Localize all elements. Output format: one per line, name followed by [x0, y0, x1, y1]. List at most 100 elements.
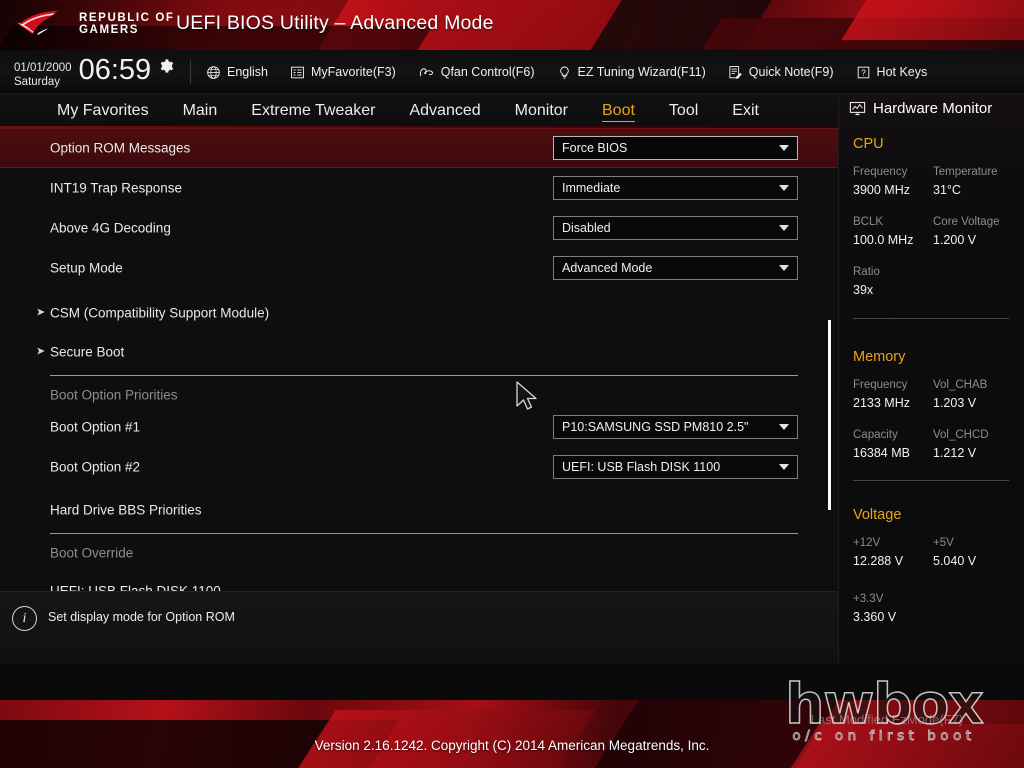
system-clock[interactable]: 01/01/2000 Saturday 06:59	[14, 54, 174, 89]
hwmon-key: Capacity	[853, 429, 898, 441]
tab-my-favorites[interactable]: My Favorites	[40, 94, 166, 127]
toolbar-item-label: EZ Tuning Wizard(F11)	[577, 65, 706, 79]
hardware-monitor-title: Hardware Monitor	[849, 100, 992, 117]
hwmon-divider	[853, 318, 1009, 319]
toolbar-item-label: Hot Keys	[876, 65, 928, 79]
tab-monitor[interactable]: Monitor	[498, 94, 585, 127]
footer-facet	[561, 700, 839, 768]
hwmon-voltage-row-2: +3.3V 3.360 V	[853, 591, 1013, 626]
toolbar-item-label: MyFavorite(F3)	[311, 65, 396, 79]
hwmon-memory-row-2: Capacity 16384 MB Vol_CHCD 1.212 V	[853, 427, 1013, 462]
setting-label: Boot Option #2	[50, 459, 141, 475]
monitor-icon	[849, 101, 866, 116]
dropdown-value: Disabled	[562, 221, 611, 235]
header-facet	[678, 18, 1024, 50]
version-text: Version 2.16.1242. Copyright (C) 2014 Am…	[314, 738, 710, 753]
rog-logo: REPUBLIC OF GAMERS	[16, 8, 175, 40]
note-pencil-icon	[729, 65, 742, 79]
hwmon-value: 1.212 V	[933, 446, 977, 460]
question-box-icon: ?	[857, 66, 869, 78]
toolbar-item-hot-keys[interactable]: ? Hot Keys	[856, 65, 928, 80]
chevron-down-icon	[779, 424, 789, 430]
chevron-down-icon	[779, 464, 789, 470]
toolbar-item-label: Qfan Control(F6)	[440, 65, 535, 79]
hwmon-value: 12.288 V	[853, 554, 904, 568]
tab-advanced[interactable]: Advanced	[392, 94, 497, 127]
setting-row-int19-trap-response[interactable]: INT19 Trap Response Immediate	[0, 168, 838, 208]
tab-boot[interactable]: Boot	[585, 94, 652, 127]
footer-band	[0, 700, 1024, 768]
toolbar-item-quick-note[interactable]: Quick Note(F9)	[728, 65, 834, 80]
chevron-down-icon	[779, 185, 789, 191]
setting-row-setup-mode[interactable]: Setup Mode Advanced Mode	[0, 248, 838, 288]
bios-screen: REPUBLIC OF GAMERS UEFI BIOS Utility – A…	[0, 0, 1024, 768]
toolbar-item-label: English	[227, 65, 268, 79]
header-bar: REPUBLIC OF GAMERS UEFI BIOS Utility – A…	[0, 0, 1024, 50]
setting-row-csm[interactable]: ➤ CSM (Compatibility Support Module)	[0, 293, 838, 333]
dropdown-value: Force BIOS	[562, 141, 628, 155]
tab-extreme-tweaker[interactable]: Extreme Tweaker	[234, 94, 392, 127]
fan-icon	[419, 67, 433, 76]
setting-row-above-4g-decoding[interactable]: Above 4G Decoding Disabled	[0, 208, 838, 248]
hwmon-key: +12V	[853, 537, 881, 549]
hwmon-value: 1.203 V	[933, 396, 977, 410]
dropdown-setup-mode[interactable]: Advanced Mode	[553, 256, 798, 280]
svg-text:?: ?	[861, 68, 866, 77]
setting-row-secure-boot[interactable]: ➤ Secure Boot	[0, 332, 838, 372]
setting-label: UEFI: USB Flash DISK 1100	[50, 583, 221, 592]
hwmon-value: 100.0 MHz	[853, 233, 914, 247]
dropdown-boot-option-2[interactable]: UEFI: USB Flash DISK 1100	[553, 455, 798, 479]
hwmon-section-cpu: CPU	[853, 136, 884, 152]
toolbar-item-label: Quick Note(F9)	[748, 65, 834, 79]
hardware-monitor-label: Hardware Monitor	[873, 100, 993, 117]
hwmon-key: Vol_CHAB	[933, 379, 988, 391]
setting-row-boot-option-1[interactable]: Boot Option #1 P10:SAMSUNG SSD PM810 2.5…	[0, 407, 838, 447]
toolbar: 01/01/2000 Saturday 06:59 English MyFavo…	[0, 50, 1024, 94]
help-bar: i Set display mode for Option ROM	[0, 591, 838, 664]
toolbar-item-myfavorite[interactable]: MyFavorite(F3)	[290, 65, 396, 80]
tab-tool[interactable]: Tool	[652, 94, 715, 127]
setting-label: Secure Boot	[50, 344, 125, 360]
hardware-monitor-panel: Hardware Monitor CPU Frequency 3900 MHz …	[838, 94, 1024, 664]
brand-line-1: REPUBLIC OF	[79, 11, 175, 24]
setting-label: Boot Option #1	[50, 419, 141, 435]
gear-icon[interactable]	[158, 58, 174, 74]
toolbar-item-english[interactable]: English	[206, 65, 268, 80]
dropdown-value: P10:SAMSUNG SSD PM810 2.5"	[562, 420, 749, 434]
dropdown-above-4g-decoding[interactable]: Disabled	[553, 216, 798, 240]
scrollbar-thumb[interactable]	[828, 320, 831, 510]
toolbar-item-ez-tuning-wizard[interactable]: EZ Tuning Wizard(F11)	[557, 65, 706, 80]
page-title: UEFI BIOS Utility – Advanced Mode	[176, 12, 494, 34]
chevron-down-icon	[779, 145, 789, 151]
dropdown-int19-trap-response[interactable]: Immediate	[553, 176, 798, 200]
header-facet	[841, 0, 1024, 40]
hwmon-memory-row-1: Frequency 2133 MHz Vol_CHAB 1.203 V	[853, 377, 1013, 412]
clock-time: 06:59	[78, 54, 152, 86]
toolbar-items: English MyFavorite(F3) Qfan Control(F6) …	[206, 50, 927, 94]
setting-row-boot-override-usb[interactable]: UEFI: USB Flash DISK 1100	[0, 571, 838, 592]
toolbar-item-qfan-control[interactable]: Qfan Control(F6)	[418, 65, 535, 80]
header-facet	[571, 0, 779, 50]
chevron-right-icon: ➤	[36, 345, 46, 358]
setting-row-hard-drive-bbs-priorities[interactable]: Hard Drive BBS Priorities	[0, 490, 838, 530]
hwmon-key: BCLK	[853, 216, 884, 228]
rog-eye-icon	[16, 10, 59, 36]
hwmon-section-voltage: Voltage	[853, 507, 902, 523]
dropdown-value: Advanced Mode	[562, 261, 653, 275]
section-label: Boot Override	[50, 545, 134, 561]
tab-main[interactable]: Main	[166, 94, 235, 127]
hwmon-value: 31°C	[933, 183, 961, 197]
help-text: Set display mode for Option ROM	[48, 610, 235, 624]
dropdown-boot-option-1[interactable]: P10:SAMSUNG SSD PM810 2.5"	[553, 415, 798, 439]
hwmon-key: Vol_CHCD	[933, 429, 989, 441]
hwmon-cpu-row-3: Ratio 39x	[853, 264, 1013, 299]
section-boot-override: Boot Override	[0, 533, 838, 573]
dropdown-option-rom-messages[interactable]: Force BIOS	[553, 136, 798, 160]
hwmon-value: 5.040 V	[933, 554, 977, 568]
setting-row-option-rom-messages[interactable]: Option ROM Messages Force BIOS	[0, 128, 838, 168]
setting-label: Hard Drive BBS Priorities	[50, 502, 202, 518]
brand-line-2: GAMERS	[79, 24, 140, 36]
tab-exit[interactable]: Exit	[715, 94, 776, 127]
hwmon-key: Core Voltage	[933, 216, 1000, 228]
setting-row-boot-option-2[interactable]: Boot Option #2 UEFI: USB Flash DISK 1100	[0, 447, 838, 487]
